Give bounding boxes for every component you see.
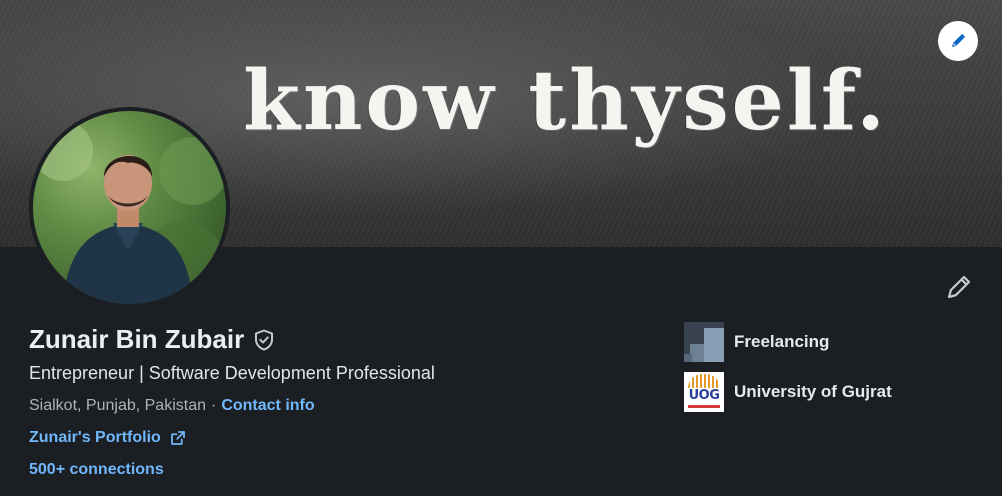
company-name: Freelancing <box>734 332 830 351</box>
profile-headline: Entrepreneur | Software Development Prof… <box>29 363 435 383</box>
portfolio-link[interactable]: Zunair's Portfolio <box>29 429 187 447</box>
connections-link[interactable]: 500+ connections <box>29 461 164 479</box>
edit-profile-button[interactable] <box>944 272 974 302</box>
education-university-of-gujrat[interactable]: UOG University of Gujrat <box>684 372 892 412</box>
banner-text: know thyself. <box>243 53 888 149</box>
external-link-icon <box>170 431 185 445</box>
name-row: Zunair Bin Zubair <box>29 324 276 355</box>
profile-card: know thyself. Zunair Bin Zubair Entrepre… <box>0 0 1002 496</box>
profile-location: Sialkot, Punjab, Pakistan <box>29 397 206 414</box>
school-name: University of Gujrat <box>734 382 892 401</box>
profile-name: Zunair Bin Zubair <box>29 324 245 354</box>
university-logo: UOG <box>684 372 724 412</box>
pencil-icon <box>952 33 966 47</box>
university-logo-text: UOG <box>688 388 720 403</box>
portfolio-label: Zunair's Portfolio <box>29 429 161 446</box>
company-logo <box>684 322 724 362</box>
edit-banner-button[interactable] <box>938 21 978 61</box>
location-row: Sialkot, Punjab, Pakistan · Contact info <box>29 397 315 415</box>
profile-photo[interactable] <box>29 107 230 308</box>
separator-dot: · <box>211 397 217 414</box>
avatar <box>33 111 226 304</box>
shield-check-icon[interactable] <box>252 328 276 352</box>
person-photo <box>33 121 226 304</box>
pencil-icon <box>947 275 971 299</box>
contact-info-link[interactable]: Contact info <box>221 397 314 415</box>
current-company-freelancing[interactable]: Freelancing <box>684 322 829 362</box>
